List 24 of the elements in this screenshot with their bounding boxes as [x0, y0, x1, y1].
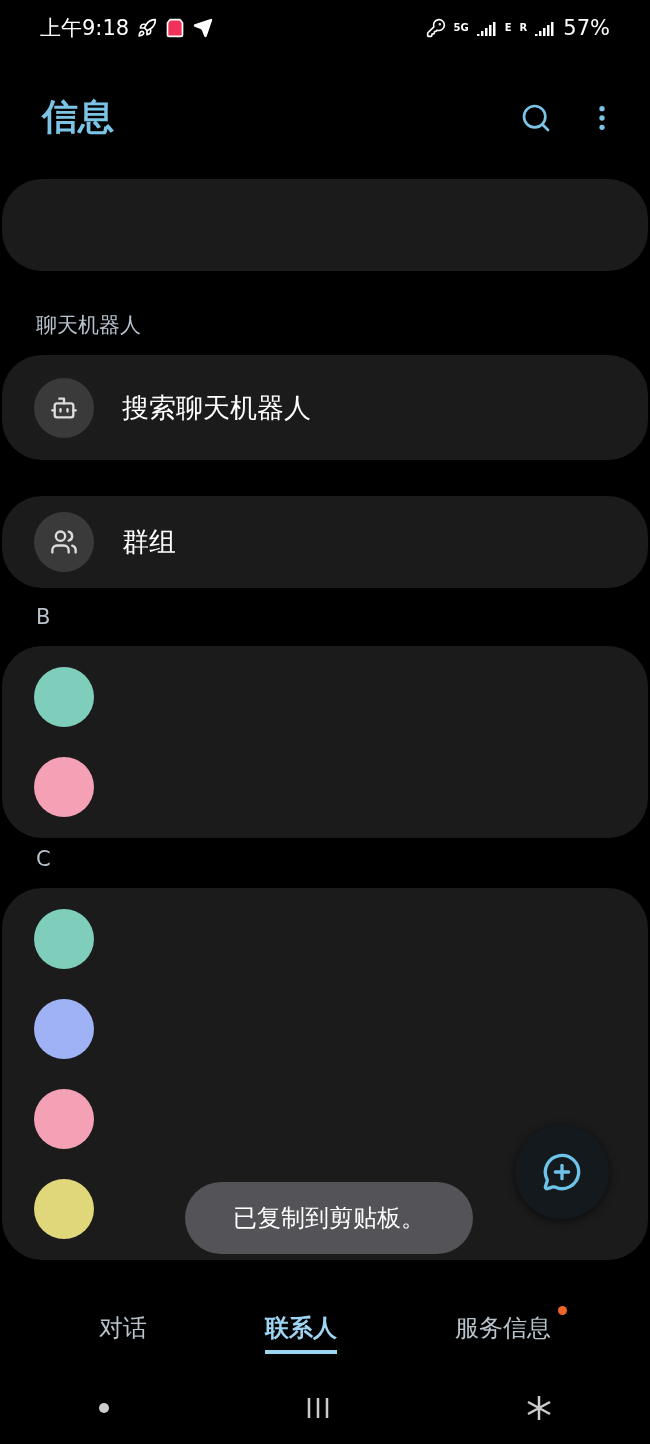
section-heading: C [35, 846, 52, 874]
bottom-tab[interactable]: 服务信息 [455, 1306, 551, 1355]
toast-message: 已复制到剪贴板。 [185, 1182, 473, 1254]
list-item[interactable]: 群组 [122, 524, 176, 561]
key-icon [425, 17, 446, 38]
list-item[interactable]: 搜索聊天机器人 [122, 389, 311, 426]
network-label: R [519, 22, 528, 34]
network-label: 5G [453, 22, 469, 34]
section-heading: B [35, 604, 52, 632]
rocket-icon [137, 17, 158, 38]
recents-icon[interactable] [305, 1396, 331, 1421]
bottom-tab[interactable]: 联系人 [265, 1306, 337, 1355]
bottom-tab[interactable]: 对话 [99, 1306, 147, 1355]
asterisk-icon[interactable] [526, 1395, 553, 1422]
app-title: 信息 [42, 95, 115, 140]
dot-icon[interactable] [97, 1402, 110, 1415]
send-icon [193, 17, 214, 38]
status-time: 上午9:18 [40, 14, 130, 42]
network-label: E [504, 22, 512, 34]
signal-icon [476, 19, 497, 36]
signal-icon [535, 19, 556, 36]
battery-level: 57% [563, 15, 610, 40]
chat-plus-icon [542, 1152, 582, 1192]
section-heading: 聊天机器人 [35, 312, 142, 340]
